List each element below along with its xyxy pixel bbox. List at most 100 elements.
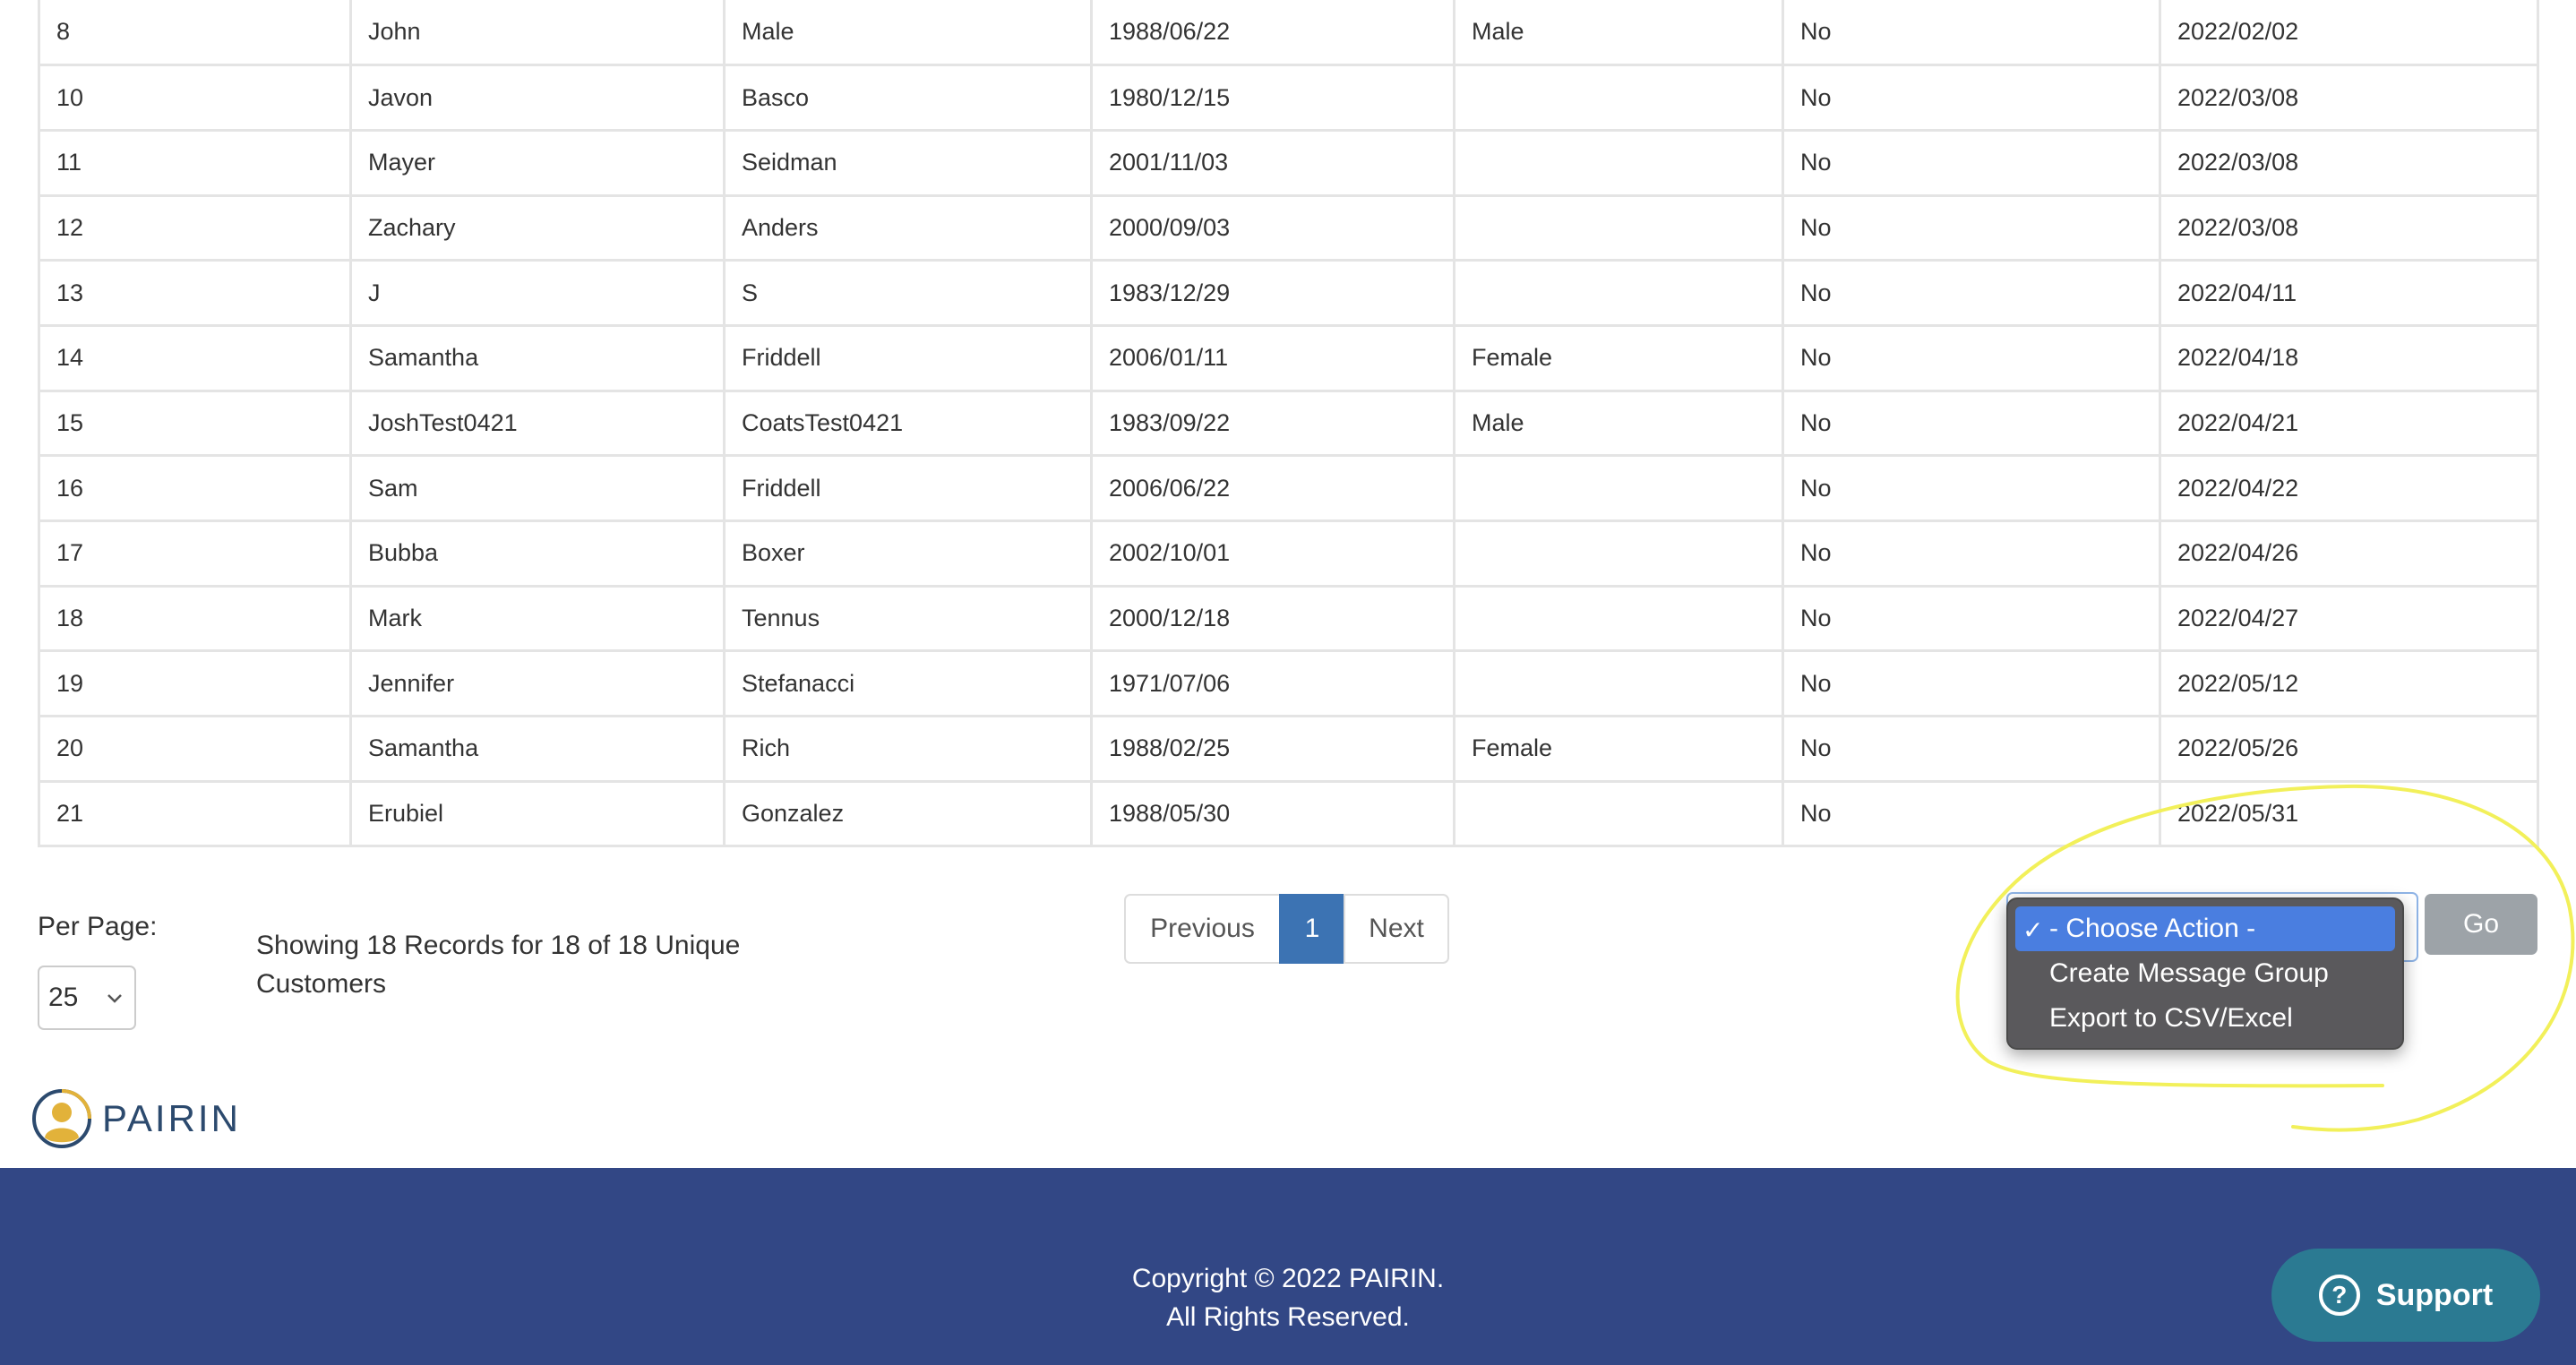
table-cell: 17 xyxy=(38,519,352,588)
table-cell: 2001/11/03 xyxy=(1090,128,1455,197)
support-button[interactable]: ? Support xyxy=(2271,1249,2540,1342)
table-cell: 15 xyxy=(38,389,352,458)
table-cell: 21 xyxy=(38,779,352,848)
table-cell: No xyxy=(1782,128,2161,197)
table-cell: JoshTest0421 xyxy=(349,389,726,458)
table-cell: Zachary xyxy=(349,193,726,262)
table-row: 13 J S 1983/12/29 No 2022/04/11 xyxy=(38,259,2539,327)
table-cell: Samantha xyxy=(349,323,726,392)
previous-page-button[interactable]: Previous xyxy=(1124,894,1281,964)
table-cell xyxy=(1453,779,1784,848)
table-cell: Bubba xyxy=(349,519,726,588)
records-table: 8 John Male 1988/06/22 Male No 2022/02/02 10 Jav… xyxy=(38,0,2539,848)
table-cell xyxy=(1453,64,1784,132)
support-label: Support xyxy=(2375,1277,2494,1312)
action-option-label: Create Message Group xyxy=(2049,958,2329,988)
table-cell: No xyxy=(1782,454,2161,522)
table-cell: 2022/03/08 xyxy=(2159,64,2539,132)
table-row: 11 Mayer Seidman 2001/11/03 No 2022/03/08 xyxy=(38,128,2539,197)
table-cell: 2022/04/27 xyxy=(2159,584,2539,653)
table-cell xyxy=(1453,519,1784,588)
pagination: Previous 1 Next xyxy=(1124,894,1449,964)
records-table-wrapper: 8 John Male 1988/06/22 Male No 2022/02/02 10 Jav… xyxy=(38,0,2539,848)
table-cell: Anders xyxy=(723,193,1093,262)
records-table-body: 8 John Male 1988/06/22 Male No 2022/02/02 10 Jav… xyxy=(38,0,2539,848)
table-cell: 20 xyxy=(38,715,352,783)
table-cell: 2022/05/31 xyxy=(2159,779,2539,848)
table-cell: 2022/04/26 xyxy=(2159,519,2539,588)
table-cell: 2002/10/01 xyxy=(1090,519,1455,588)
table-cell: Samantha xyxy=(349,715,726,783)
pairin-logo: PAIRIN xyxy=(30,1087,241,1150)
table-cell xyxy=(1453,649,1784,718)
table-cell: CoatsTest0421 xyxy=(723,389,1093,458)
table-cell: Erubiel xyxy=(349,779,726,848)
table-cell: 2022/05/26 xyxy=(2159,715,2539,783)
table-cell: 10 xyxy=(38,64,352,132)
table-cell: No xyxy=(1782,259,2161,327)
table-cell: 2006/01/11 xyxy=(1090,323,1455,392)
table-cell: Basco xyxy=(723,64,1093,132)
table-cell xyxy=(1453,259,1784,327)
table-cell: 1980/12/15 xyxy=(1090,64,1455,132)
table-cell: Male xyxy=(1453,389,1784,458)
action-option-export-csv[interactable]: Export to CSV/Excel xyxy=(2015,996,2395,1041)
table-cell: Mark xyxy=(349,584,726,653)
table-row: 15 JoshTest0421 CoatsTest0421 1983/09/22 Mal… xyxy=(38,389,2539,458)
table-cell: No xyxy=(1782,64,2161,132)
table-cell: Boxer xyxy=(723,519,1093,588)
table-cell: 2006/06/22 xyxy=(1090,454,1455,522)
table-cell: 2022/03/08 xyxy=(2159,128,2539,197)
table-cell: Friddell xyxy=(723,454,1093,522)
table-cell: 1988/06/22 xyxy=(1090,0,1455,67)
table-cell xyxy=(1453,584,1784,653)
table-cell: John xyxy=(349,0,726,67)
table-cell: Male xyxy=(1453,0,1784,67)
table-cell: No xyxy=(1782,779,2161,848)
table-cell: No xyxy=(1782,389,2161,458)
action-option-create-message-group[interactable]: Create Message Group xyxy=(2015,951,2395,996)
table-row: 10 Javon Basco 1980/12/15 No 2022/03/08 xyxy=(38,64,2539,132)
table-cell: 16 xyxy=(38,454,352,522)
table-cell: 1983/12/29 xyxy=(1090,259,1455,327)
table-cell: No xyxy=(1782,649,2161,718)
action-option-label: - Choose Action - xyxy=(2049,914,2256,943)
table-cell: 2022/04/11 xyxy=(2159,259,2539,327)
table-cell: No xyxy=(1782,584,2161,653)
table-row: 18 Mark Tennus 2000/12/18 No 2022/04/27 xyxy=(38,584,2539,653)
help-icon: ? xyxy=(2318,1275,2360,1316)
action-dropdown-menu: ✓ - Choose Action - Create Message Group… xyxy=(2006,897,2404,1050)
table-cell: 1983/09/22 xyxy=(1090,389,1455,458)
table-row: 21 Erubiel Gonzalez 1988/05/30 No 2022/05/31 xyxy=(38,779,2539,848)
table-cell: Sam xyxy=(349,454,726,522)
table-cell: 2022/04/18 xyxy=(2159,323,2539,392)
per-page-value: 25 xyxy=(48,983,79,1012)
table-row: 19 Jennifer Stefanacci 1971/07/06 No 2022/05/… xyxy=(38,649,2539,718)
next-page-button[interactable]: Next xyxy=(1344,894,1449,964)
table-cell: No xyxy=(1782,193,2161,262)
table-cell: S xyxy=(723,259,1093,327)
checkmark-icon: ✓ xyxy=(2022,916,2044,944)
current-page-button[interactable]: 1 xyxy=(1279,894,1345,964)
chevron-down-icon xyxy=(107,994,122,1003)
table-cell: Female xyxy=(1453,715,1784,783)
table-cell: 2022/04/21 xyxy=(2159,389,2539,458)
records-summary: Showing 18 Records for 18 of 18 Unique C… xyxy=(256,931,741,999)
table-cell: 12 xyxy=(38,193,352,262)
table-cell: Male xyxy=(723,0,1093,67)
table-cell: Rich xyxy=(723,715,1093,783)
table-row: 20 Samantha Rich 1988/02/25 Female No 2022/05/… xyxy=(38,715,2539,783)
table-cell: Stefanacci xyxy=(723,649,1093,718)
table-row: 17 Bubba Boxer 2002/10/01 No 2022/04/26 xyxy=(38,519,2539,588)
table-cell: 18 xyxy=(38,584,352,653)
table-cell xyxy=(1453,454,1784,522)
action-option-choose[interactable]: ✓ - Choose Action - xyxy=(2015,906,2395,951)
table-row: 8 John Male 1988/06/22 Male No 2022/02/02 xyxy=(38,0,2539,67)
go-button[interactable]: Go xyxy=(2425,894,2537,955)
per-page-select[interactable]: 25 xyxy=(38,966,136,1030)
table-cell: 11 xyxy=(38,128,352,197)
table-cell: No xyxy=(1782,0,2161,67)
table-row: 14 Samantha Friddell 2006/01/11 Female No 2022… xyxy=(38,323,2539,392)
table-cell: 14 xyxy=(38,323,352,392)
table-cell: 1988/02/25 xyxy=(1090,715,1455,783)
